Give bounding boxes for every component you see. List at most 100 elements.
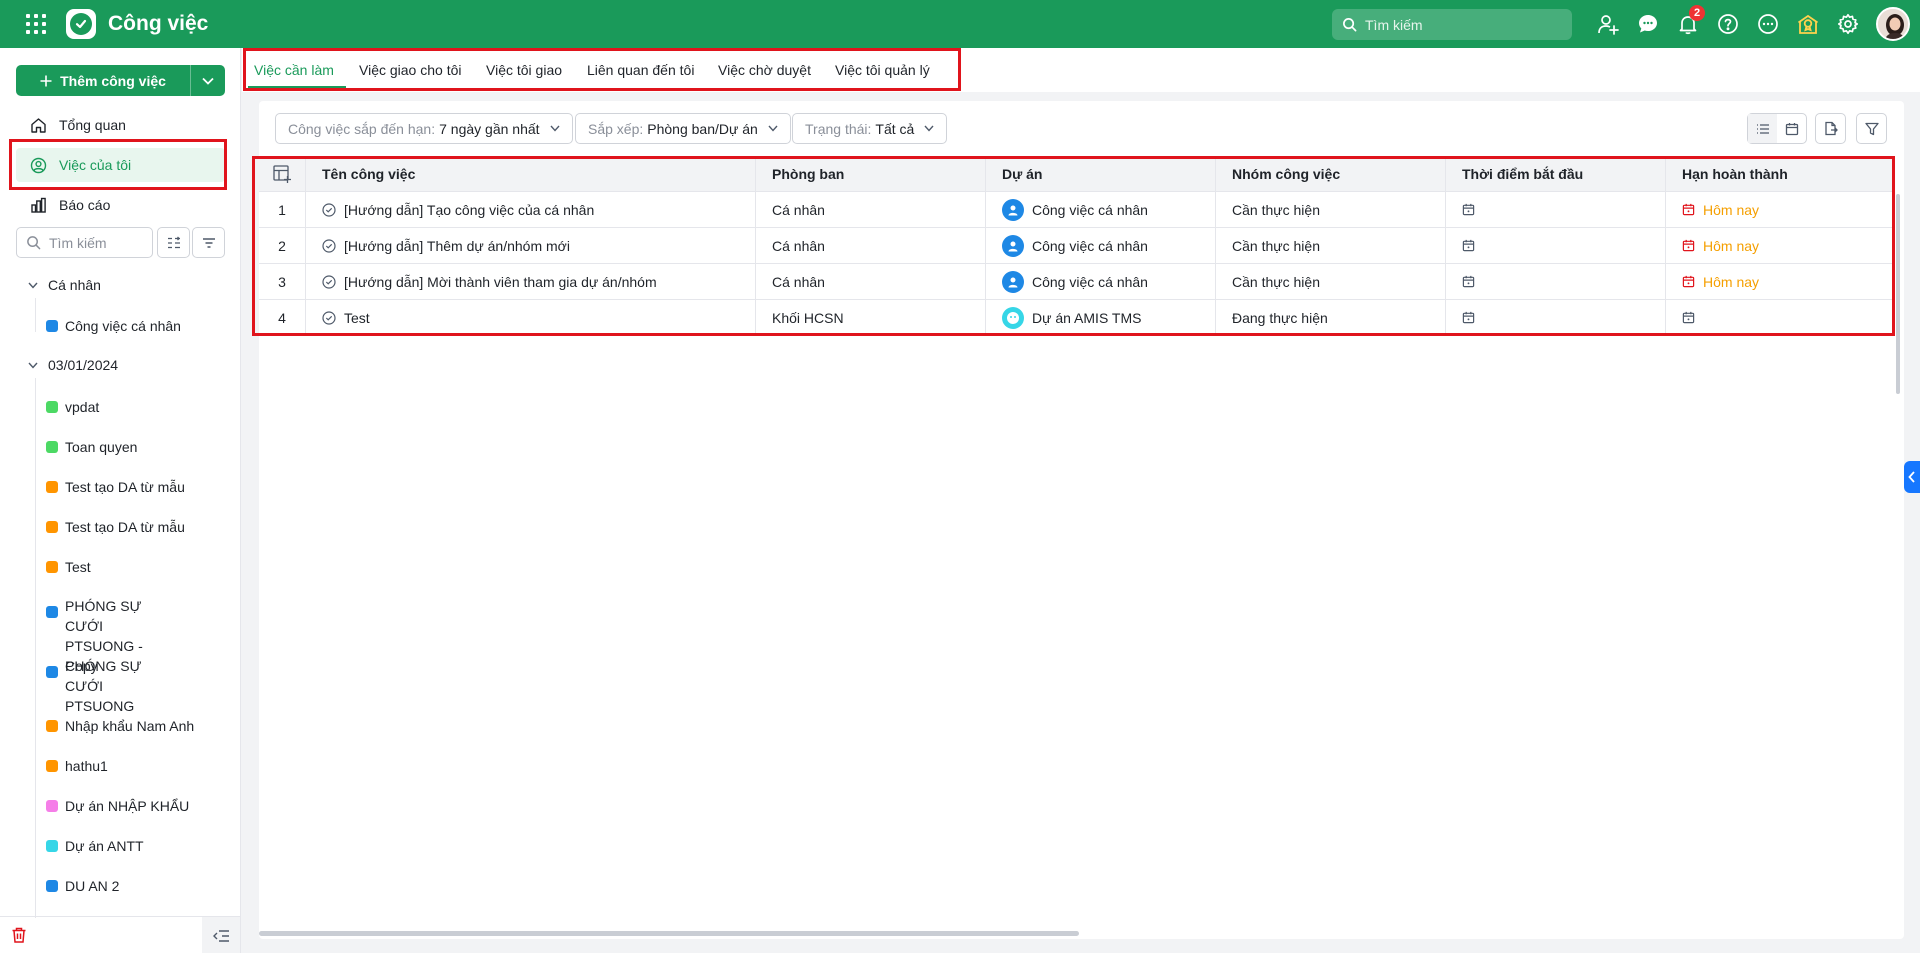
list-view-button[interactable] [1748, 114, 1777, 143]
task-name[interactable]: [Hướng dẫn] Thêm dự án/nhóm mới [344, 238, 570, 254]
tab-managed-by-me[interactable]: Việc tôi quản lý [835, 48, 930, 92]
expand-side-panel-button[interactable] [1904, 461, 1920, 493]
tree-item-project[interactable]: PHÓNG SỰ CƯỚI PTSUONG [46, 656, 166, 716]
nav-item-my-tasks[interactable]: Việc của tôi [16, 148, 225, 182]
tree-item-project[interactable]: vpdat [46, 397, 226, 417]
due-date-cell[interactable]: Hôm nay [1666, 192, 1888, 227]
task-name[interactable]: [Hướng dẫn] Mời thành viên tham gia dự á… [344, 274, 657, 290]
vertical-scrollbar[interactable] [1896, 194, 1900, 394]
project-color-dot [46, 561, 58, 573]
filter-sort[interactable]: Sắp xếp: Phòng ban/Dự án [575, 113, 791, 144]
tab-assigned-by-me[interactable]: Việc tôi giao [486, 48, 562, 92]
row-number: 3 [259, 264, 306, 299]
project-color-dot [46, 481, 58, 493]
trash-icon[interactable] [10, 926, 28, 947]
sidebar-view-toggle-button[interactable] [157, 227, 190, 258]
check-circle-icon[interactable] [322, 238, 336, 253]
project-color-dot [46, 441, 58, 453]
chat-icon[interactable] [1628, 8, 1668, 40]
add-task-label: Thêm công việc [60, 72, 166, 89]
user-avatar[interactable] [1876, 7, 1910, 41]
tab-todo[interactable]: Việc cần làm [248, 48, 346, 92]
department-cell: Khối HCSN [756, 300, 986, 335]
check-circle-icon[interactable] [322, 202, 336, 217]
tree-item-project[interactable]: Dự án ANTT [46, 836, 226, 856]
apps-grid-icon[interactable] [24, 12, 48, 36]
tree-item-project[interactable]: DU AN 2 [46, 876, 226, 896]
task-name[interactable]: [Hướng dẫn] Tạo công việc của cá nhân [344, 202, 594, 218]
sidebar-sort-button[interactable] [192, 227, 225, 258]
more-icon[interactable] [1748, 8, 1788, 40]
nav-item-reports[interactable]: Báo cáo [16, 188, 225, 222]
check-circle-icon[interactable] [322, 274, 336, 289]
column-header-start-time[interactable]: Thời điểm bắt đầu [1446, 156, 1666, 191]
tab-pending-approval[interactable]: Việc chờ duyệt [718, 48, 811, 92]
table-row[interactable]: 3 [Hướng dẫn] Mời thành viên tham gia dự… [259, 264, 1894, 300]
filter-button[interactable] [1856, 113, 1887, 144]
award-icon[interactable] [1788, 8, 1828, 40]
export-button[interactable] [1815, 113, 1846, 144]
add-task-button[interactable]: Thêm công việc [16, 65, 190, 96]
tab-assigned-to-me[interactable]: Việc giao cho tôi [359, 48, 461, 92]
column-header-task-group[interactable]: Nhóm công việc [1216, 156, 1446, 191]
search-icon [27, 236, 41, 250]
project-color-dot [46, 800, 58, 812]
tree-item-project[interactable]: Nhập khẩu Nam Anh [46, 716, 226, 736]
check-circle-icon[interactable] [322, 310, 336, 325]
help-icon[interactable] [1708, 8, 1748, 40]
tree-item-project[interactable]: Dự án NHẬP KHẨU [46, 796, 226, 816]
start-time-cell[interactable] [1446, 192, 1666, 227]
tree-group-date[interactable]: 03/01/2024 [28, 357, 118, 373]
bell-icon[interactable]: 2 [1668, 5, 1708, 40]
tree-item-project[interactable]: Toan quyen [46, 437, 226, 457]
collapse-sidebar-button[interactable] [202, 917, 240, 953]
start-time-cell[interactable] [1446, 228, 1666, 263]
tab-related-to-me[interactable]: Liên quan đến tôi [587, 48, 694, 92]
tabs-bar: Việc cần làm Việc giao cho tôi Việc tôi … [242, 48, 1920, 92]
column-header-due-date[interactable]: Hạn hoàn thành [1666, 156, 1888, 191]
project-cell: Công việc cá nhân [986, 264, 1216, 299]
table-row[interactable]: 1 [Hướng dẫn] Tạo công việc của cá nhân … [259, 192, 1894, 228]
add-user-icon[interactable] [1588, 8, 1628, 40]
filter-due-soon[interactable]: Công việc sắp đến hạn: 7 ngày gần nhất [275, 113, 573, 144]
add-task-dropdown-button[interactable] [191, 65, 225, 96]
chevron-down-icon [550, 125, 560, 132]
column-header-project[interactable]: Dự án [986, 156, 1216, 191]
project-color-dot [46, 606, 58, 618]
filter-value: Tất cả [875, 120, 915, 137]
tree-group-personal[interactable]: Cá nhân [28, 277, 101, 293]
horizontal-scrollbar[interactable] [259, 931, 1079, 936]
tree-item-project[interactable]: Test [46, 557, 226, 577]
tree-item-project[interactable]: Công việc cá nhân [46, 316, 226, 336]
tree-item-label: Test tạo DA từ mẫu [65, 519, 185, 535]
global-search-input[interactable]: Tìm kiếm [1332, 9, 1572, 40]
due-date-cell[interactable] [1666, 300, 1888, 335]
department-cell: Cá nhân [756, 228, 986, 263]
tree-item-project[interactable]: Test tạo DA từ mẫu [46, 517, 226, 537]
start-time-cell[interactable] [1446, 264, 1666, 299]
list-icon [1756, 123, 1769, 134]
start-time-cell[interactable] [1446, 300, 1666, 335]
project-cell: Dự án AMIS TMS [986, 300, 1216, 335]
filter-status[interactable]: Trạng thái: Tất cả [792, 113, 948, 144]
tree-item-project[interactable]: hathu1 [46, 756, 226, 776]
due-date-cell[interactable]: Hôm nay [1666, 264, 1888, 299]
column-settings-icon[interactable] [259, 156, 306, 191]
due-date-cell[interactable]: Hôm nay [1666, 228, 1888, 263]
sidebar-search-input[interactable]: Tìm kiếm [16, 227, 153, 258]
calendar-view-button[interactable] [1777, 114, 1806, 143]
project-color-dot [46, 521, 58, 533]
column-header-department[interactable]: Phòng ban [756, 156, 986, 191]
tree-item-label: Dự án ANTT [65, 838, 144, 854]
column-header-task-name[interactable]: Tên công việc [306, 156, 756, 191]
tree-item-project[interactable]: Test tạo DA từ mẫu [46, 477, 226, 497]
person-avatar-icon [1002, 270, 1024, 293]
task-name[interactable]: Test [344, 310, 370, 326]
project-name: Công việc cá nhân [1032, 201, 1148, 218]
table-row[interactable]: 4 Test Khối HCSN Dự án AMIS TMS Đang thự… [259, 300, 1894, 336]
project-color-dot [46, 880, 58, 892]
nav-item-overview[interactable]: Tổng quan [16, 108, 225, 142]
table-row[interactable]: 2 [Hướng dẫn] Thêm dự án/nhóm mới Cá nhâ… [259, 228, 1894, 264]
gear-icon[interactable] [1828, 8, 1868, 40]
project-cell: Công việc cá nhân [986, 192, 1216, 227]
